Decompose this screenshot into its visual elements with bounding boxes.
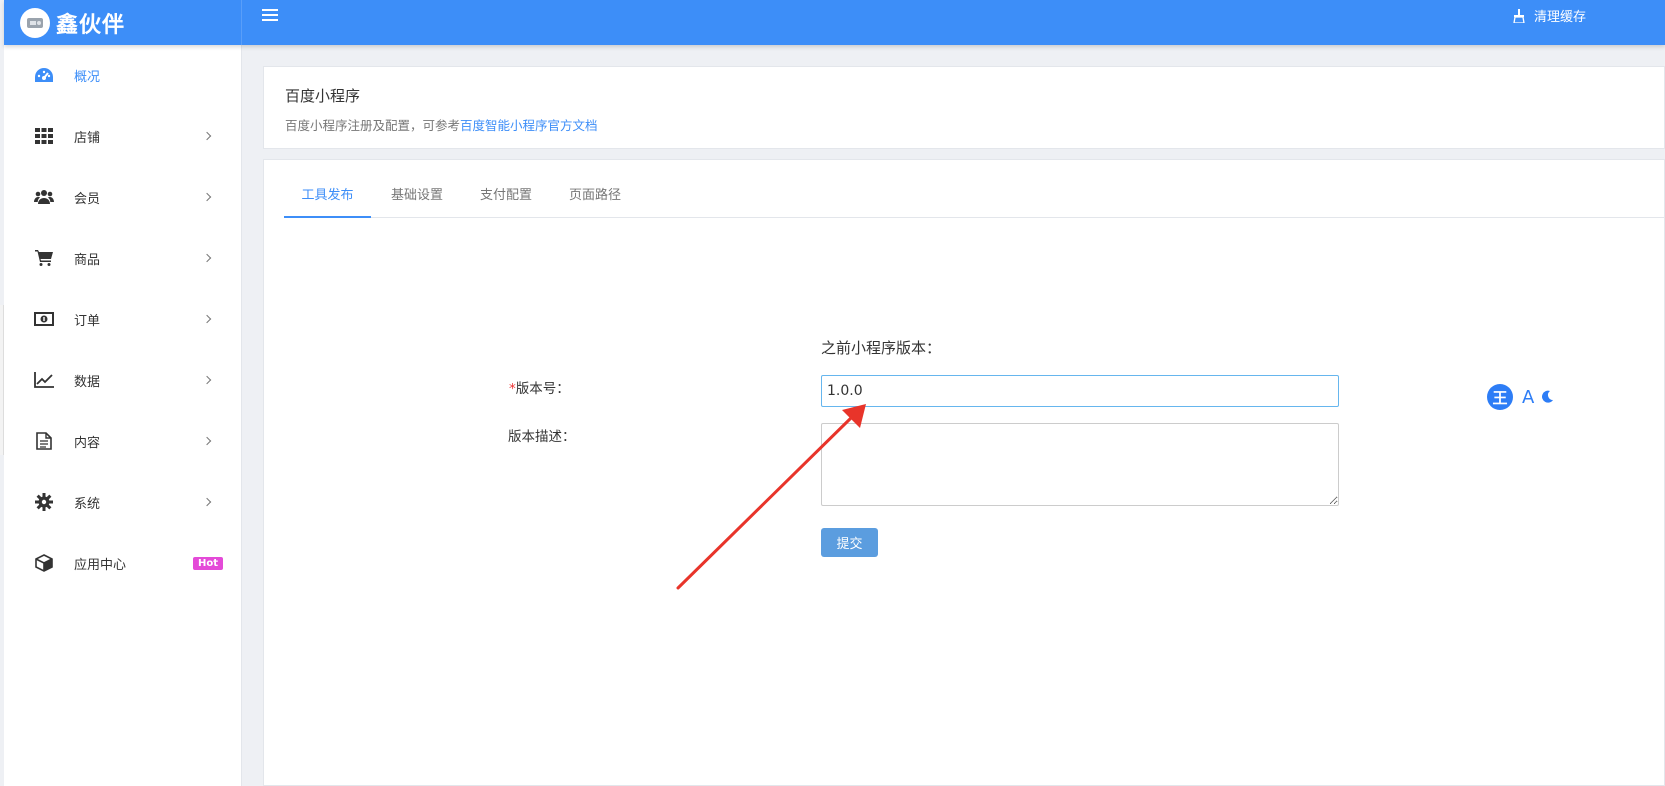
sidebar-item-label: 概况	[74, 69, 101, 85]
sidebar-item-label: 店铺	[74, 130, 101, 146]
tab-payment-config[interactable]: 支付配置	[466, 160, 546, 218]
tab-tool-publish[interactable]: 工具发布	[284, 160, 371, 218]
sidebar: 概况 店铺 会员 商品 订单 数据 内容 系统 应用中心 Hot	[4, 45, 242, 786]
main-card: 工具发布 基础设置 支付配置 页面路径 之前小程序版本： *版本号： 版本描述：…	[263, 159, 1665, 786]
moon-icon[interactable]	[1540, 390, 1554, 404]
version-label-text: 版本号：	[515, 381, 570, 397]
sidebar-item-content[interactable]: 内容	[4, 421, 242, 461]
page-header-card: 百度小程序 百度小程序注册及配置，可参考百度智能小程序官方文档	[263, 66, 1665, 149]
sidebar-item-label: 商品	[74, 252, 101, 268]
chevron-right-icon	[202, 314, 212, 324]
brand-name: 鑫伙伴	[56, 12, 126, 38]
page-title: 百度小程序	[285, 87, 361, 105]
money-icon	[34, 309, 54, 329]
tab-page-path[interactable]: 页面路径	[555, 160, 635, 218]
sidebar-item-orders[interactable]: 订单	[4, 299, 242, 339]
description-label: 版本描述：	[508, 429, 576, 445]
cart-icon	[34, 248, 54, 268]
sidebar-item-label: 内容	[74, 435, 101, 451]
sidebar-item-label: 系统	[74, 496, 101, 512]
sidebar-item-data[interactable]: 数据	[4, 360, 242, 400]
brand[interactable]: 鑫伙伴	[4, 0, 242, 45]
chevron-right-icon	[202, 436, 212, 446]
sidebar-item-store[interactable]: 店铺	[4, 116, 242, 156]
translate-logo-icon[interactable]: 王	[1487, 384, 1513, 410]
grid-icon	[34, 126, 54, 146]
top-header: 鑫伙伴 清理缓存	[4, 0, 1665, 45]
floating-toolbar[interactable]: 王 A	[1487, 382, 1665, 412]
sidebar-item-members[interactable]: 会员	[4, 177, 242, 217]
document-icon	[34, 431, 54, 451]
sidebar-item-system[interactable]: 系统	[4, 482, 242, 522]
page-description: 百度小程序注册及配置，可参考百度智能小程序官方文档	[285, 115, 598, 134]
users-icon	[34, 187, 54, 207]
required-mark: *	[509, 381, 516, 397]
chart-icon	[34, 370, 54, 390]
gear-icon	[34, 492, 54, 512]
previous-version-label: 之前小程序版本：	[821, 339, 942, 357]
clean-cache-button[interactable]: 清理缓存	[1512, 6, 1586, 25]
brand-logo-icon	[20, 7, 50, 38]
tab-basic-settings[interactable]: 基础设置	[377, 160, 457, 218]
version-input[interactable]	[821, 375, 1339, 407]
sidebar-item-overview[interactable]: 概况	[4, 55, 242, 95]
sidebar-item-label: 会员	[74, 191, 101, 207]
page-description-text: 百度小程序注册及配置，可参考	[285, 118, 461, 133]
sidebar-item-label: 数据	[74, 374, 101, 390]
description-textarea[interactable]	[821, 423, 1339, 506]
sidebar-item-app-center[interactable]: 应用中心 Hot	[4, 543, 242, 583]
sidebar-item-products[interactable]: 商品	[4, 238, 242, 278]
clean-cache-label: 清理缓存	[1534, 10, 1587, 25]
sidebar-item-label: 订单	[74, 313, 101, 329]
tab-bar: 工具发布 基础设置 支付配置 页面路径	[284, 160, 1665, 218]
chevron-right-icon	[202, 497, 212, 507]
chevron-right-icon	[202, 375, 212, 385]
font-size-icon[interactable]: A	[1522, 387, 1534, 408]
chevron-right-icon	[202, 192, 212, 202]
submit-button[interactable]: 提交	[821, 528, 878, 557]
hot-badge: Hot	[193, 556, 224, 570]
chevron-right-icon	[202, 131, 212, 141]
version-label: *版本号：	[509, 377, 570, 397]
chevron-right-icon	[202, 253, 212, 263]
cube-icon	[34, 553, 54, 573]
menu-toggle-icon[interactable]	[262, 8, 278, 22]
broom-icon	[1513, 8, 1525, 23]
sidebar-item-label: 应用中心	[74, 557, 127, 573]
dashboard-icon	[34, 65, 54, 85]
doc-link[interactable]: 百度智能小程序官方文档	[460, 118, 598, 133]
